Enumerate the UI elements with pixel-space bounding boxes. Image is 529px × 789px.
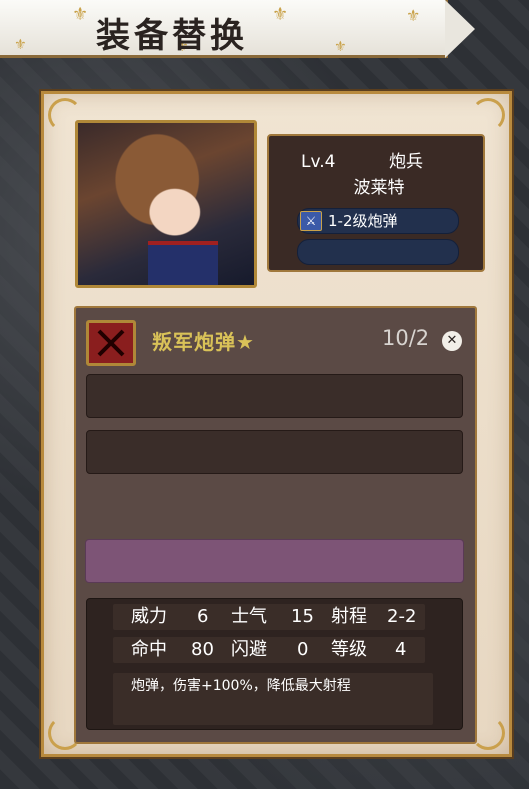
frame-corner-ornament (471, 98, 505, 132)
empty-equipment-slot[interactable] (297, 239, 459, 265)
item-description: 炮弹，伤害+100%，降低最大射程 (113, 673, 433, 725)
crossed-out-icon (86, 320, 136, 366)
sword-icon: ⚔ (300, 211, 322, 231)
empty-item-slot-2[interactable] (86, 430, 463, 474)
stat-power-value: 6 (197, 606, 209, 627)
item-row-selected[interactable]: 叛军炮弹★ 10/2 ✕ (86, 320, 464, 366)
page-title: 装备替换 (96, 16, 248, 56)
unit-level: Lv.4 (301, 152, 336, 172)
portrait-collar (148, 241, 218, 285)
stat-range-value: 2-2 (387, 606, 417, 627)
fleur-de-lis-icon: ⚜ (272, 4, 289, 25)
close-icon[interactable]: ✕ (442, 331, 462, 351)
stat-level-label: 等级 (331, 639, 367, 660)
unit-name: 波莱特 (353, 178, 405, 198)
item-stats-panel: 威力 6 士气 15 射程 2-2 命中 80 闪避 0 等级 4 炮弹，伤害+… (86, 598, 463, 730)
item-count: 10/2 (382, 326, 430, 350)
stat-range-label: 射程 (331, 606, 367, 627)
level-class-row: Lv.4 炮兵 (291, 150, 467, 174)
stats-row-2: 命中 80 闪避 0 等级 4 (113, 637, 425, 663)
fleur-de-lis-icon: ⚜ (334, 39, 347, 55)
unit-portrait (75, 120, 257, 288)
fleur-de-lis-icon: ⚜ (14, 37, 27, 53)
fleur-de-lis-icon: ⚜ (72, 4, 89, 25)
stat-morale-value: 15 (291, 606, 314, 627)
stat-hit-value: 80 (191, 639, 214, 660)
stat-evade-label: 闪避 (231, 639, 267, 660)
fleur-de-lis-icon: ⚜ (406, 6, 421, 25)
stat-level-value: 4 (395, 639, 407, 660)
equipped-slot-label: 1-2级炮弹 (328, 212, 398, 230)
stats-row-1: 威力 6 士气 15 射程 2-2 (113, 604, 425, 630)
unit-class: 炮兵 (389, 152, 423, 172)
stat-hit-label: 命中 (131, 639, 167, 660)
highlighted-item-slot[interactable] (85, 539, 464, 583)
stat-power-label: 威力 (131, 606, 167, 627)
item-name: 叛军炮弹★ (152, 330, 255, 354)
unit-info-box: Lv.4 炮兵 波莱特 ⚔ 1-2级炮弹 (267, 134, 485, 272)
empty-item-slot-1[interactable] (86, 374, 463, 418)
stat-morale-label: 士气 (231, 606, 267, 627)
stat-evade-value: 0 (297, 639, 309, 660)
title-banner: ⚜ ⚜ ⚜ ⚜ ⚜ ⚜ 装备替换 (0, 0, 475, 58)
equipped-slot[interactable]: ⚔ 1-2级炮弹 (297, 208, 459, 234)
